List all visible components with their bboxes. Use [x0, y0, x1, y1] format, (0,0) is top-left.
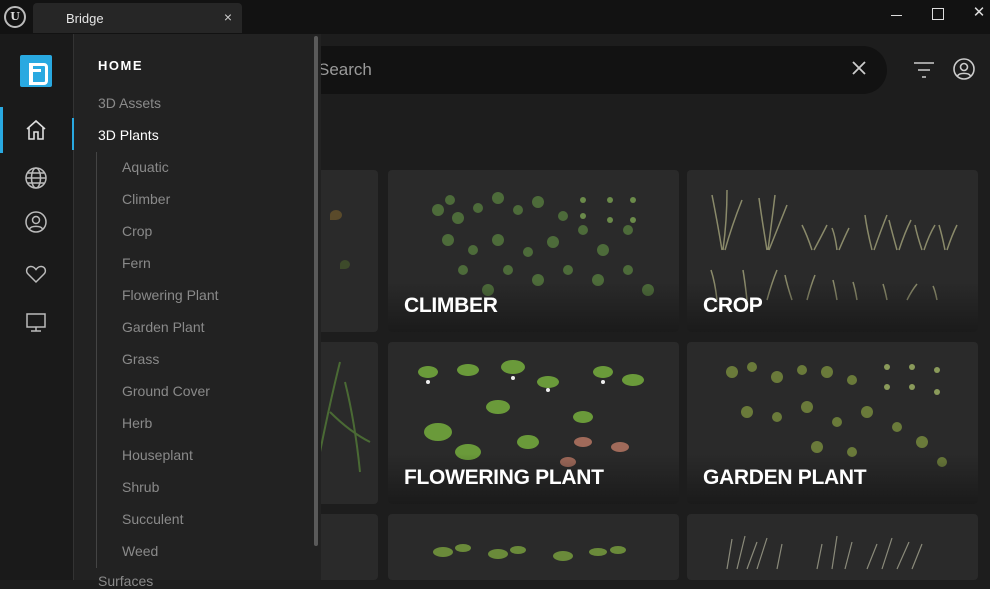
sub-item-garden-plant[interactable]: Garden Plant [122, 319, 205, 335]
maximize-button[interactable] [922, 4, 952, 24]
category-card-houseplant[interactable] [687, 514, 978, 580]
sub-item-ground-cover[interactable]: Ground Cover [122, 383, 210, 399]
heart-icon[interactable] [24, 262, 48, 286]
category-card-climber[interactable]: CLIMBER [388, 170, 679, 332]
drawer-heading: HOME [98, 58, 143, 73]
sub-item-aquatic[interactable]: Aquatic [122, 159, 169, 175]
nav-active-indicator [72, 118, 74, 150]
user-icon[interactable] [24, 210, 48, 234]
globe-icon[interactable] [24, 166, 48, 190]
home-icon[interactable] [24, 118, 48, 142]
sub-item-flowering-plant[interactable]: Flowering Plant [122, 287, 219, 303]
category-card-crop[interactable]: CROP [687, 170, 978, 332]
title-bar: U Bridge × ✕ [0, 0, 990, 34]
sub-item-houseplant[interactable]: Houseplant [122, 447, 193, 463]
clear-search-icon[interactable] [849, 58, 869, 78]
sub-item-fern[interactable]: Fern [122, 255, 151, 271]
unreal-logo-icon: U [4, 6, 26, 28]
card-label: CLIMBER [404, 294, 498, 317]
minimize-button[interactable] [882, 4, 912, 24]
card-label: FLOWERING PLANT [404, 466, 604, 489]
tree-guide-line [96, 152, 97, 568]
sub-item-herb[interactable]: Herb [122, 415, 152, 431]
card-label: GARDEN PLANT [703, 466, 867, 489]
nav-item-surfaces[interactable]: Surfaces [98, 573, 153, 589]
close-window-button[interactable]: ✕ [964, 4, 990, 24]
sub-item-crop[interactable]: Crop [122, 223, 152, 239]
bridge-logo-icon[interactable] [20, 55, 52, 87]
tab-title: Bridge [66, 11, 104, 26]
rail-active-indicator [0, 107, 3, 153]
plant-thumbnail [340, 260, 350, 269]
category-card-garden-plant[interactable]: GARDEN PLANT [687, 342, 978, 504]
search-input[interactable]: Search [318, 60, 372, 80]
nav-item-3d-assets[interactable]: 3D Assets [98, 95, 161, 111]
tab-close-icon[interactable]: × [224, 9, 232, 25]
filter-icon[interactable] [912, 59, 936, 81]
sub-item-weed[interactable]: Weed [122, 543, 158, 559]
icon-rail [0, 34, 73, 580]
search-bar[interactable] [290, 46, 887, 94]
houseplant-thumbnail [726, 535, 923, 570]
category-card-herb[interactable] [388, 514, 679, 580]
sub-item-climber[interactable]: Climber [122, 191, 170, 207]
category-card-flowering-plant[interactable]: FLOWERING PLANT [388, 342, 679, 504]
navigation-drawer [73, 34, 321, 580]
plant-thumbnail [330, 210, 342, 220]
drawer-scrollbar[interactable] [314, 36, 318, 546]
sub-item-shrub[interactable]: Shrub [122, 479, 159, 495]
sub-item-succulent[interactable]: Succulent [122, 511, 183, 527]
drawer-divider [73, 34, 74, 580]
monitor-icon[interactable] [24, 310, 48, 334]
sub-item-grass[interactable]: Grass [122, 351, 159, 367]
app-tab[interactable]: Bridge × [33, 3, 242, 33]
herb-thumbnail [433, 544, 626, 561]
account-icon[interactable] [952, 57, 976, 81]
card-label: CROP [703, 294, 763, 317]
nav-item-3d-plants[interactable]: 3D Plants [98, 127, 159, 143]
